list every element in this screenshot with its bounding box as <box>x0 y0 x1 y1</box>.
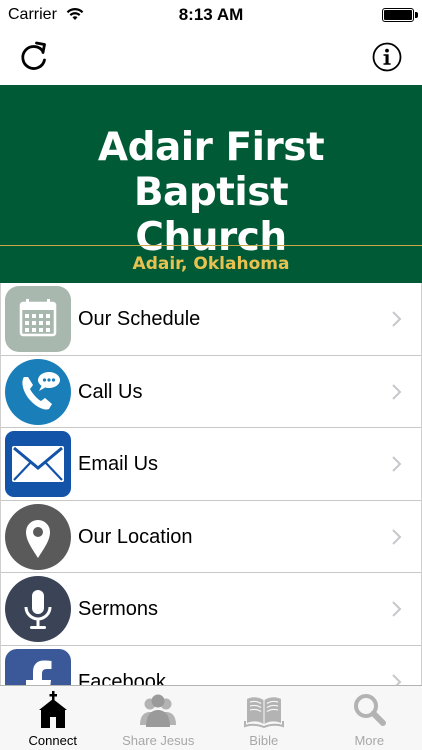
menu-item-sermons[interactable]: Sermons <box>1 573 421 646</box>
status-bar: Carrier 8:13 AM <box>0 0 422 30</box>
menu-item-label: Call Us <box>78 380 143 403</box>
menu-item-email-us[interactable]: Email Us <box>1 428 421 501</box>
location-pin-icon <box>5 503 71 570</box>
info-icon[interactable] <box>372 42 402 72</box>
tab-label: More <box>354 733 385 748</box>
menu-item-label: Email Us <box>78 453 159 475</box>
chevron-right-icon <box>392 528 402 545</box>
menu-item-our-location[interactable]: Our Location <box>1 500 421 573</box>
church-name: Adair First Baptist Church <box>20 125 402 260</box>
chevron-right-icon <box>392 673 402 685</box>
menu-item-call-us[interactable]: Call Us <box>1 355 421 428</box>
church-banner: Adair First Baptist Church Adair, Oklaho… <box>0 85 422 283</box>
envelope-icon <box>5 431 71 497</box>
microphone-icon <box>5 576 71 642</box>
connect-menu-list: Our Schedule Call Us Email Us Our Locati… <box>0 283 422 685</box>
menu-item-our-schedule[interactable]: Our Schedule <box>1 283 421 356</box>
menu-item-label: Sermons <box>78 598 159 620</box>
facebook-icon <box>5 648 71 685</box>
navigation-bar <box>0 30 422 85</box>
book-icon <box>243 697 284 729</box>
chevron-right-icon <box>392 383 402 400</box>
church-location: Adair, Oklahoma <box>132 254 290 274</box>
menu-item-label: Our Schedule <box>78 308 201 330</box>
refresh-icon[interactable] <box>16 39 52 75</box>
search-icon <box>354 694 387 726</box>
menu-item-label: Our Location <box>78 525 193 548</box>
tab-label: Bible <box>249 733 279 748</box>
menu-item-label: Facebook <box>78 670 166 686</box>
church-icon <box>38 691 67 728</box>
battery-icon <box>382 8 418 22</box>
tab-label: Connect <box>28 733 77 748</box>
status-time: 8:13 AM <box>178 5 244 24</box>
calendar-icon <box>5 286 71 352</box>
menu-item-facebook[interactable]: Facebook <box>1 645 421 686</box>
tab-connect[interactable]: Connect <box>0 686 106 750</box>
tab-more[interactable]: More <box>317 686 422 750</box>
chevron-right-icon <box>392 601 402 617</box>
banner-divider <box>0 245 422 246</box>
tab-bible[interactable]: Bible <box>211 686 317 750</box>
people-icon <box>140 694 177 727</box>
phone-icon <box>5 358 71 425</box>
chevron-right-icon <box>392 456 402 472</box>
church-name-line1: Adair First Baptist <box>97 125 325 215</box>
tab-bar: Connect Share Jesus Bible More <box>0 685 422 750</box>
tab-share-jesus[interactable]: Share Jesus <box>106 686 212 750</box>
tab-label: Share Jesus <box>122 733 195 748</box>
chevron-right-icon <box>392 311 402 327</box>
